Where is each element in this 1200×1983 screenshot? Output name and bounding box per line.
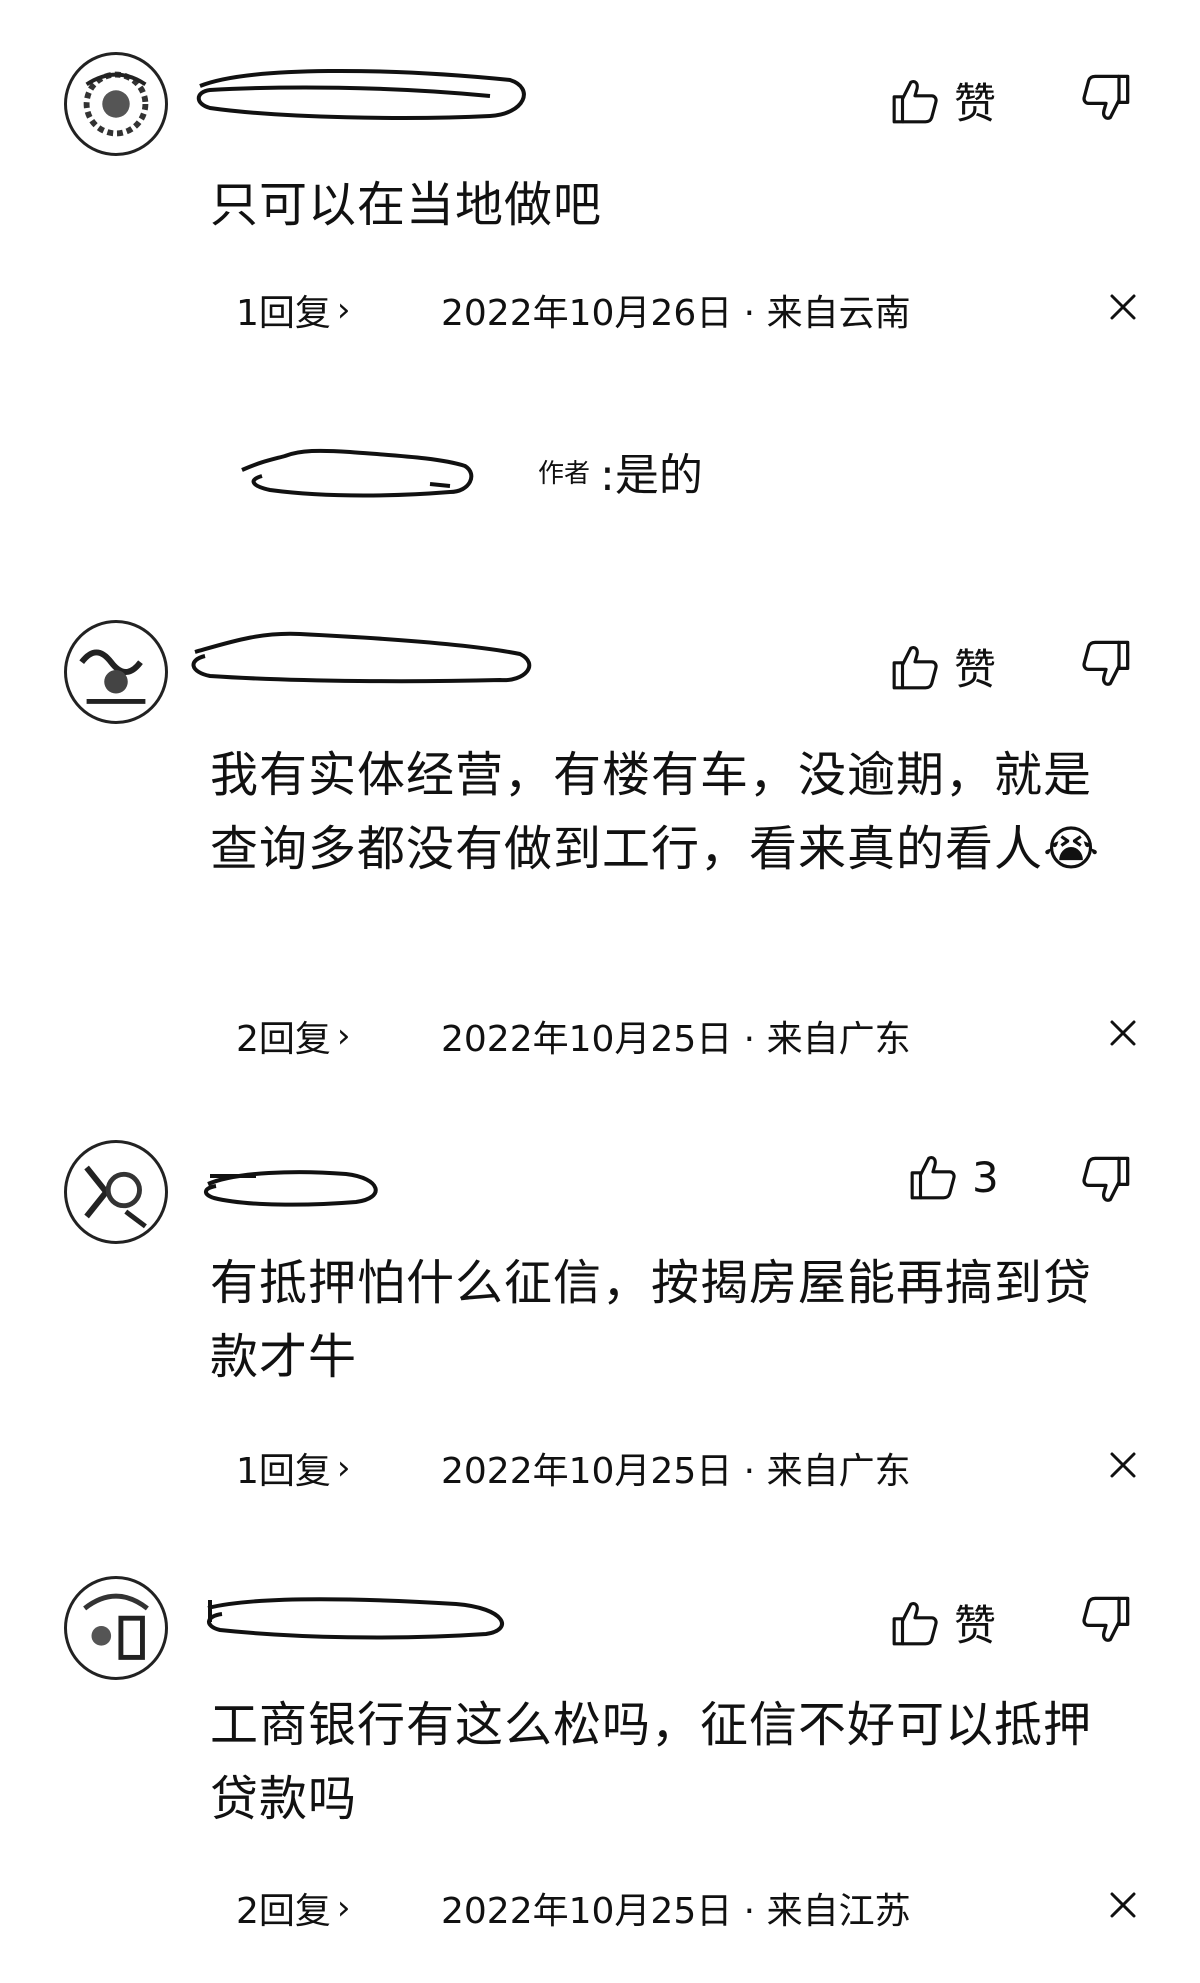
avatar[interactable]	[64, 1576, 168, 1680]
timestamp-location: 2022年10月25日 · 来自江苏	[441, 1891, 911, 1932]
like-button[interactable]: 赞	[890, 636, 996, 697]
thumbs-up-icon	[890, 76, 940, 126]
comment-text: 我有实体经营，有楼有车，没逾期，就是查询多都没有做到工行，看来真的看人😭	[210, 747, 1101, 877]
thumbs-down-icon[interactable]	[1080, 638, 1132, 690]
comment-meta: 1回复 › 2022年10月25日 · 来自广东	[236, 1442, 911, 1494]
username-redacted[interactable]	[196, 1148, 396, 1218]
chevron-right-icon: ›	[336, 1016, 351, 1056]
replies-label: 1回复	[236, 293, 331, 334]
replies-button[interactable]: 1回复 ›	[236, 284, 441, 336]
like-label: 3	[972, 1152, 999, 1202]
like-label: 赞	[954, 1601, 997, 1650]
close-icon[interactable]	[1106, 1016, 1140, 1050]
chevron-right-icon: ›	[336, 1448, 351, 1488]
thumbs-up-icon	[908, 1152, 958, 1202]
close-icon[interactable]	[1106, 1888, 1140, 1922]
replies-label: 2回复	[236, 1891, 331, 1932]
timestamp-location: 2022年10月25日 · 来自广东	[441, 1451, 911, 1492]
thumbs-down-icon[interactable]	[1080, 1154, 1132, 1206]
avatar[interactable]	[64, 1140, 168, 1244]
comment-meta: 2回复 › 2022年10月25日 · 来自江苏	[236, 1882, 911, 1934]
username-redacted[interactable]	[190, 56, 530, 126]
chevron-right-icon: ›	[336, 1888, 351, 1928]
avatar[interactable]	[64, 52, 168, 156]
like-label: 赞	[954, 79, 997, 128]
like-button[interactable]: 赞	[890, 70, 996, 131]
comment-meta: 1回复 › 2022年10月26日 · 来自云南	[236, 284, 911, 336]
reply-preview-text: :是的	[600, 450, 703, 501]
avatar[interactable]	[64, 620, 168, 724]
like-button[interactable]: 3	[908, 1152, 999, 1202]
replies-button[interactable]: 2回复 ›	[236, 1882, 441, 1934]
username-redacted[interactable]	[180, 612, 540, 692]
username-redacted[interactable]	[196, 1578, 526, 1648]
comment-meta: 2回复 › 2022年10月25日 · 来自广东	[236, 1010, 911, 1062]
comment-text: 只可以在当地做吧	[210, 177, 603, 233]
close-icon[interactable]	[1106, 1448, 1140, 1482]
close-icon[interactable]	[1106, 290, 1140, 324]
chevron-right-icon: ›	[336, 290, 351, 330]
thumbs-down-icon[interactable]	[1080, 1594, 1132, 1646]
thumbs-up-icon	[890, 642, 940, 692]
replies-button[interactable]: 1回复 ›	[236, 1442, 441, 1494]
username-redacted	[241, 448, 474, 498]
comment-text: 工商银行有这么松吗，征信不好可以抵押贷款吗	[210, 1697, 1093, 1827]
timestamp-location: 2022年10月25日 · 来自广东	[441, 1019, 911, 1060]
replies-label: 2回复	[236, 1019, 331, 1060]
replies-label: 1回复	[236, 1451, 331, 1492]
like-label: 赞	[954, 645, 997, 694]
comment-text: 有抵押怕什么征信，按揭房屋能再搞到贷款才牛	[210, 1255, 1093, 1385]
reply-preview[interactable]: 作者 :是的	[230, 436, 703, 506]
author-badge: 作者	[538, 458, 591, 489]
thumbs-down-icon[interactable]	[1080, 72, 1132, 124]
thumbs-up-icon	[890, 1598, 940, 1648]
like-button[interactable]: 赞	[890, 1592, 996, 1653]
replies-button[interactable]: 2回复 ›	[236, 1010, 441, 1062]
timestamp-location: 2022年10月26日 · 来自云南	[441, 293, 911, 334]
